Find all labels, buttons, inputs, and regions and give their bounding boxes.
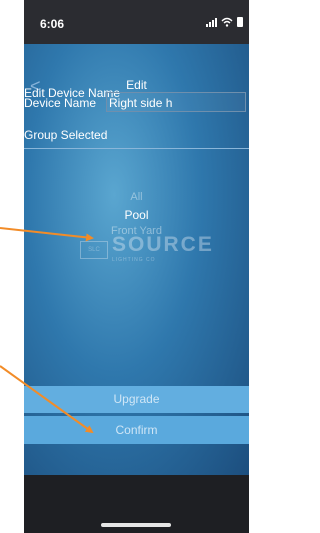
- device-name-input[interactable]: Right side h: [106, 92, 246, 112]
- group-picker[interactable]: SLC SOURCE LIGHTING CO All Pool Front Ya…: [24, 148, 249, 388]
- picker-option-all[interactable]: All: [24, 191, 249, 203]
- status-icons: [206, 17, 243, 27]
- logo-box: SLC: [80, 241, 108, 259]
- logo-subtext: LIGHTING CO: [112, 257, 156, 263]
- picker-option-pool[interactable]: Pool: [24, 208, 249, 222]
- app-content: < Edit Edit Device Name Device Name Righ…: [24, 44, 249, 475]
- confirm-button[interactable]: Confirm: [24, 416, 249, 444]
- home-indicator: [101, 523, 171, 527]
- device-name-label: Device Name: [24, 96, 97, 110]
- group-selected-label: Group Selected: [24, 128, 108, 142]
- status-time: 6:06: [40, 17, 65, 31]
- status-bar: 6:06: [24, 0, 249, 44]
- phone-screen: 6:06 < Edit Edit Device Name Device Name…: [24, 0, 249, 533]
- upgrade-button[interactable]: Upgrade: [24, 386, 249, 413]
- battery-icon: [237, 17, 243, 27]
- picker-option-front-yard[interactable]: Front Yard: [24, 225, 249, 237]
- wifi-icon: [221, 17, 233, 27]
- signal-icon: [206, 17, 217, 27]
